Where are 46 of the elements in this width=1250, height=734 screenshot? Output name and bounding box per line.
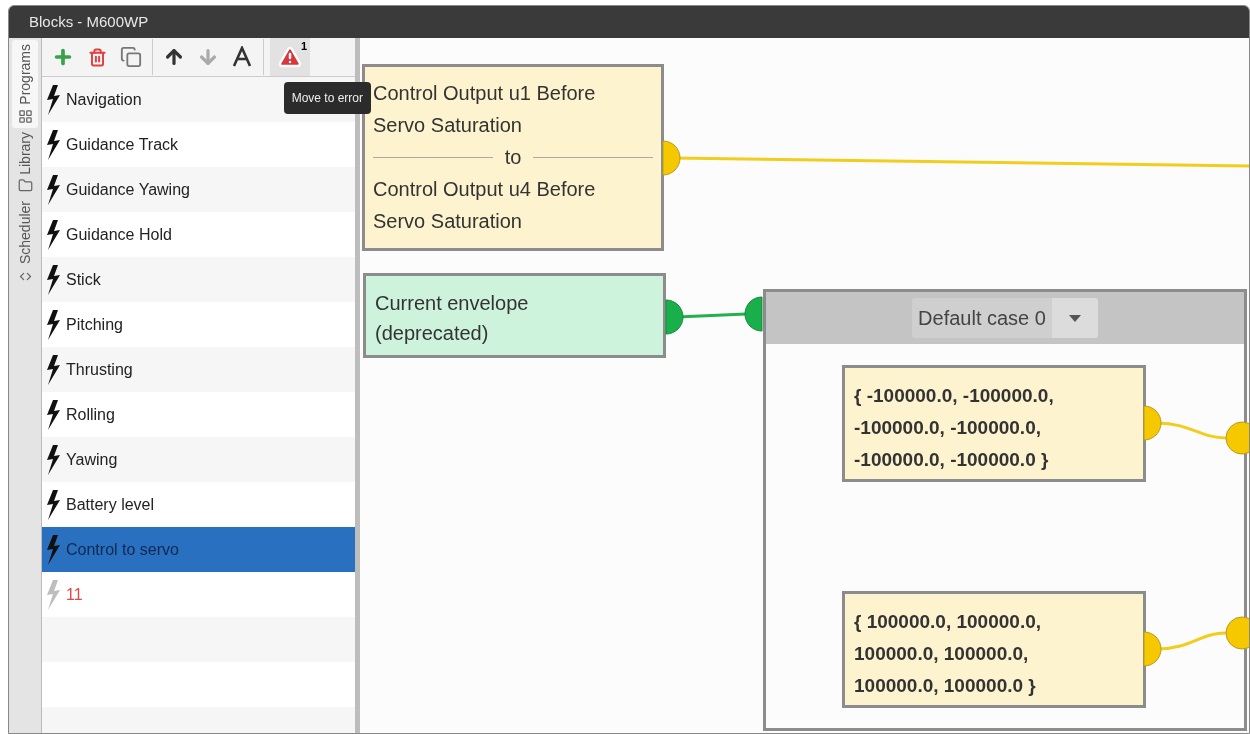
side-tab[interactable]: Scheduler [12,197,38,288]
lightning-icon [44,489,62,520]
side-tab[interactable]: Programs [12,40,38,128]
separator-label: to [504,145,522,170]
case-dropdown[interactable]: Default case 0 [912,298,1098,338]
letter-icon [231,46,253,68]
lightning-icon [44,444,62,475]
lightning-icon [44,534,62,565]
warning-icon [278,45,302,69]
input-port [1225,616,1249,650]
lightning-icon [44,219,62,250]
output-port [1143,631,1162,667]
lightning-icon [44,354,62,385]
program-item[interactable]: Guidance Yawing [42,167,355,212]
block-label: Current envelope (deprecated) [375,291,530,346]
program-item[interactable]: Stick [42,257,355,302]
lightning-icon [44,579,62,610]
arrow-down-icon [197,46,219,68]
tab-icon [17,108,33,124]
lightning-icon [44,174,62,205]
program-item[interactable]: Thrusting [42,347,355,392]
lightning-icon [44,399,62,430]
lightning-icon [44,84,62,115]
output-port [662,140,681,176]
plus-icon [52,46,74,68]
tooltip: Move to error [283,82,371,114]
program-item[interactable]: Yawing [42,437,355,482]
output-port [665,299,684,335]
constant-value: { 100000.0, 100000.0, 100000.0, 100000.0, 100000.0, 100000.0 } [854,610,1042,698]
lightning-icon [44,129,62,160]
error-count: 1 [300,39,307,54]
constant-value: { -100000.0, -100000.0, -100000.0, -100000.0, -100000.0, -100000.0 } [854,384,1055,472]
input-port [1225,421,1249,455]
tab-icon [17,178,33,194]
output-port [1143,405,1162,441]
move-to-error-button[interactable]: 1 [270,38,310,76]
block-label: Control Output u4 Before Servo Saturation [373,177,597,234]
copy-icon [120,46,142,68]
arrow-up-icon [163,46,185,68]
lightning-icon [44,264,62,295]
lightning-icon [44,309,62,340]
window-title: Blocks - M600WP [29,11,149,32]
trash-icon [87,47,107,67]
input-port [744,296,763,332]
caret-icon [1068,314,1081,322]
side-tab[interactable]: Library [12,127,38,198]
